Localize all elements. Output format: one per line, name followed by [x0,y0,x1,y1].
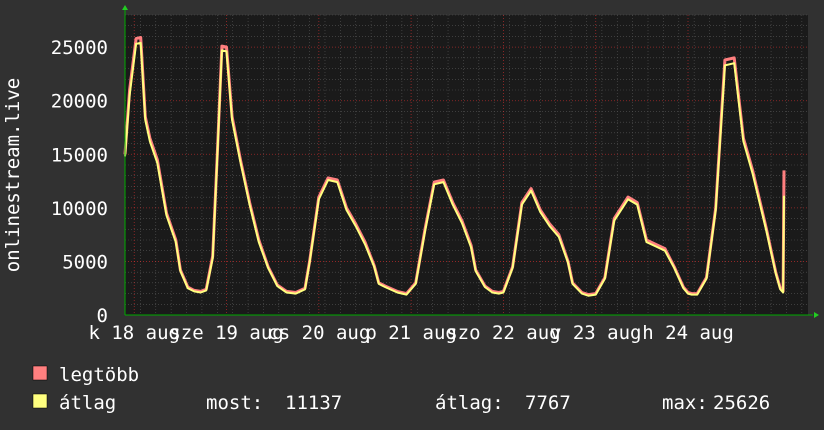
legend-swatch-atlag [32,393,48,409]
legend-swatch-legtobb [32,365,48,381]
x-tick-label: cs 20 aug [267,322,370,344]
chart: 0500010000150002000025000 k 18 augsze 19… [2,5,819,414]
x-tick-label: p 21 aug [365,322,457,344]
stat-current-value: 11137 [285,392,342,414]
stat-current-label: most: [206,392,263,414]
y-tick-label: 20000 [51,91,108,113]
x-tick-label: v 23 aug [550,322,642,344]
stat-average-label: átlag: [435,392,504,414]
x-tick-label: h 24 aug [642,322,734,344]
y-tick-label: 10000 [51,198,108,220]
y-tick-label: 15000 [51,144,108,166]
legend-label-legtobb: legtöbb [59,364,139,386]
legend-label-atlag: átlag [59,392,116,414]
y-tick-label: 5000 [62,251,108,273]
y-tick-labels: 0500010000150002000025000 [51,37,108,327]
stat-max-value: 25626 [713,392,770,414]
legend: legtöbb átlag most: 11137 átlag: 7767 ma… [32,364,770,414]
x-axis-arrow-icon [814,312,819,318]
x-tick-label: szo 22 aug [446,322,560,344]
y-axis-arrow-icon [122,5,128,10]
x-tick-labels: k 18 augsze 19 augcs 20 augp 21 augszo 2… [88,322,733,344]
y-axis-label: onlinestream.live [2,78,24,272]
stat-max-label: max: [662,392,708,414]
y-tick-label: 25000 [51,37,108,59]
x-tick-label: k 18 aug [88,322,180,344]
stat-average-value: 7767 [525,392,571,414]
